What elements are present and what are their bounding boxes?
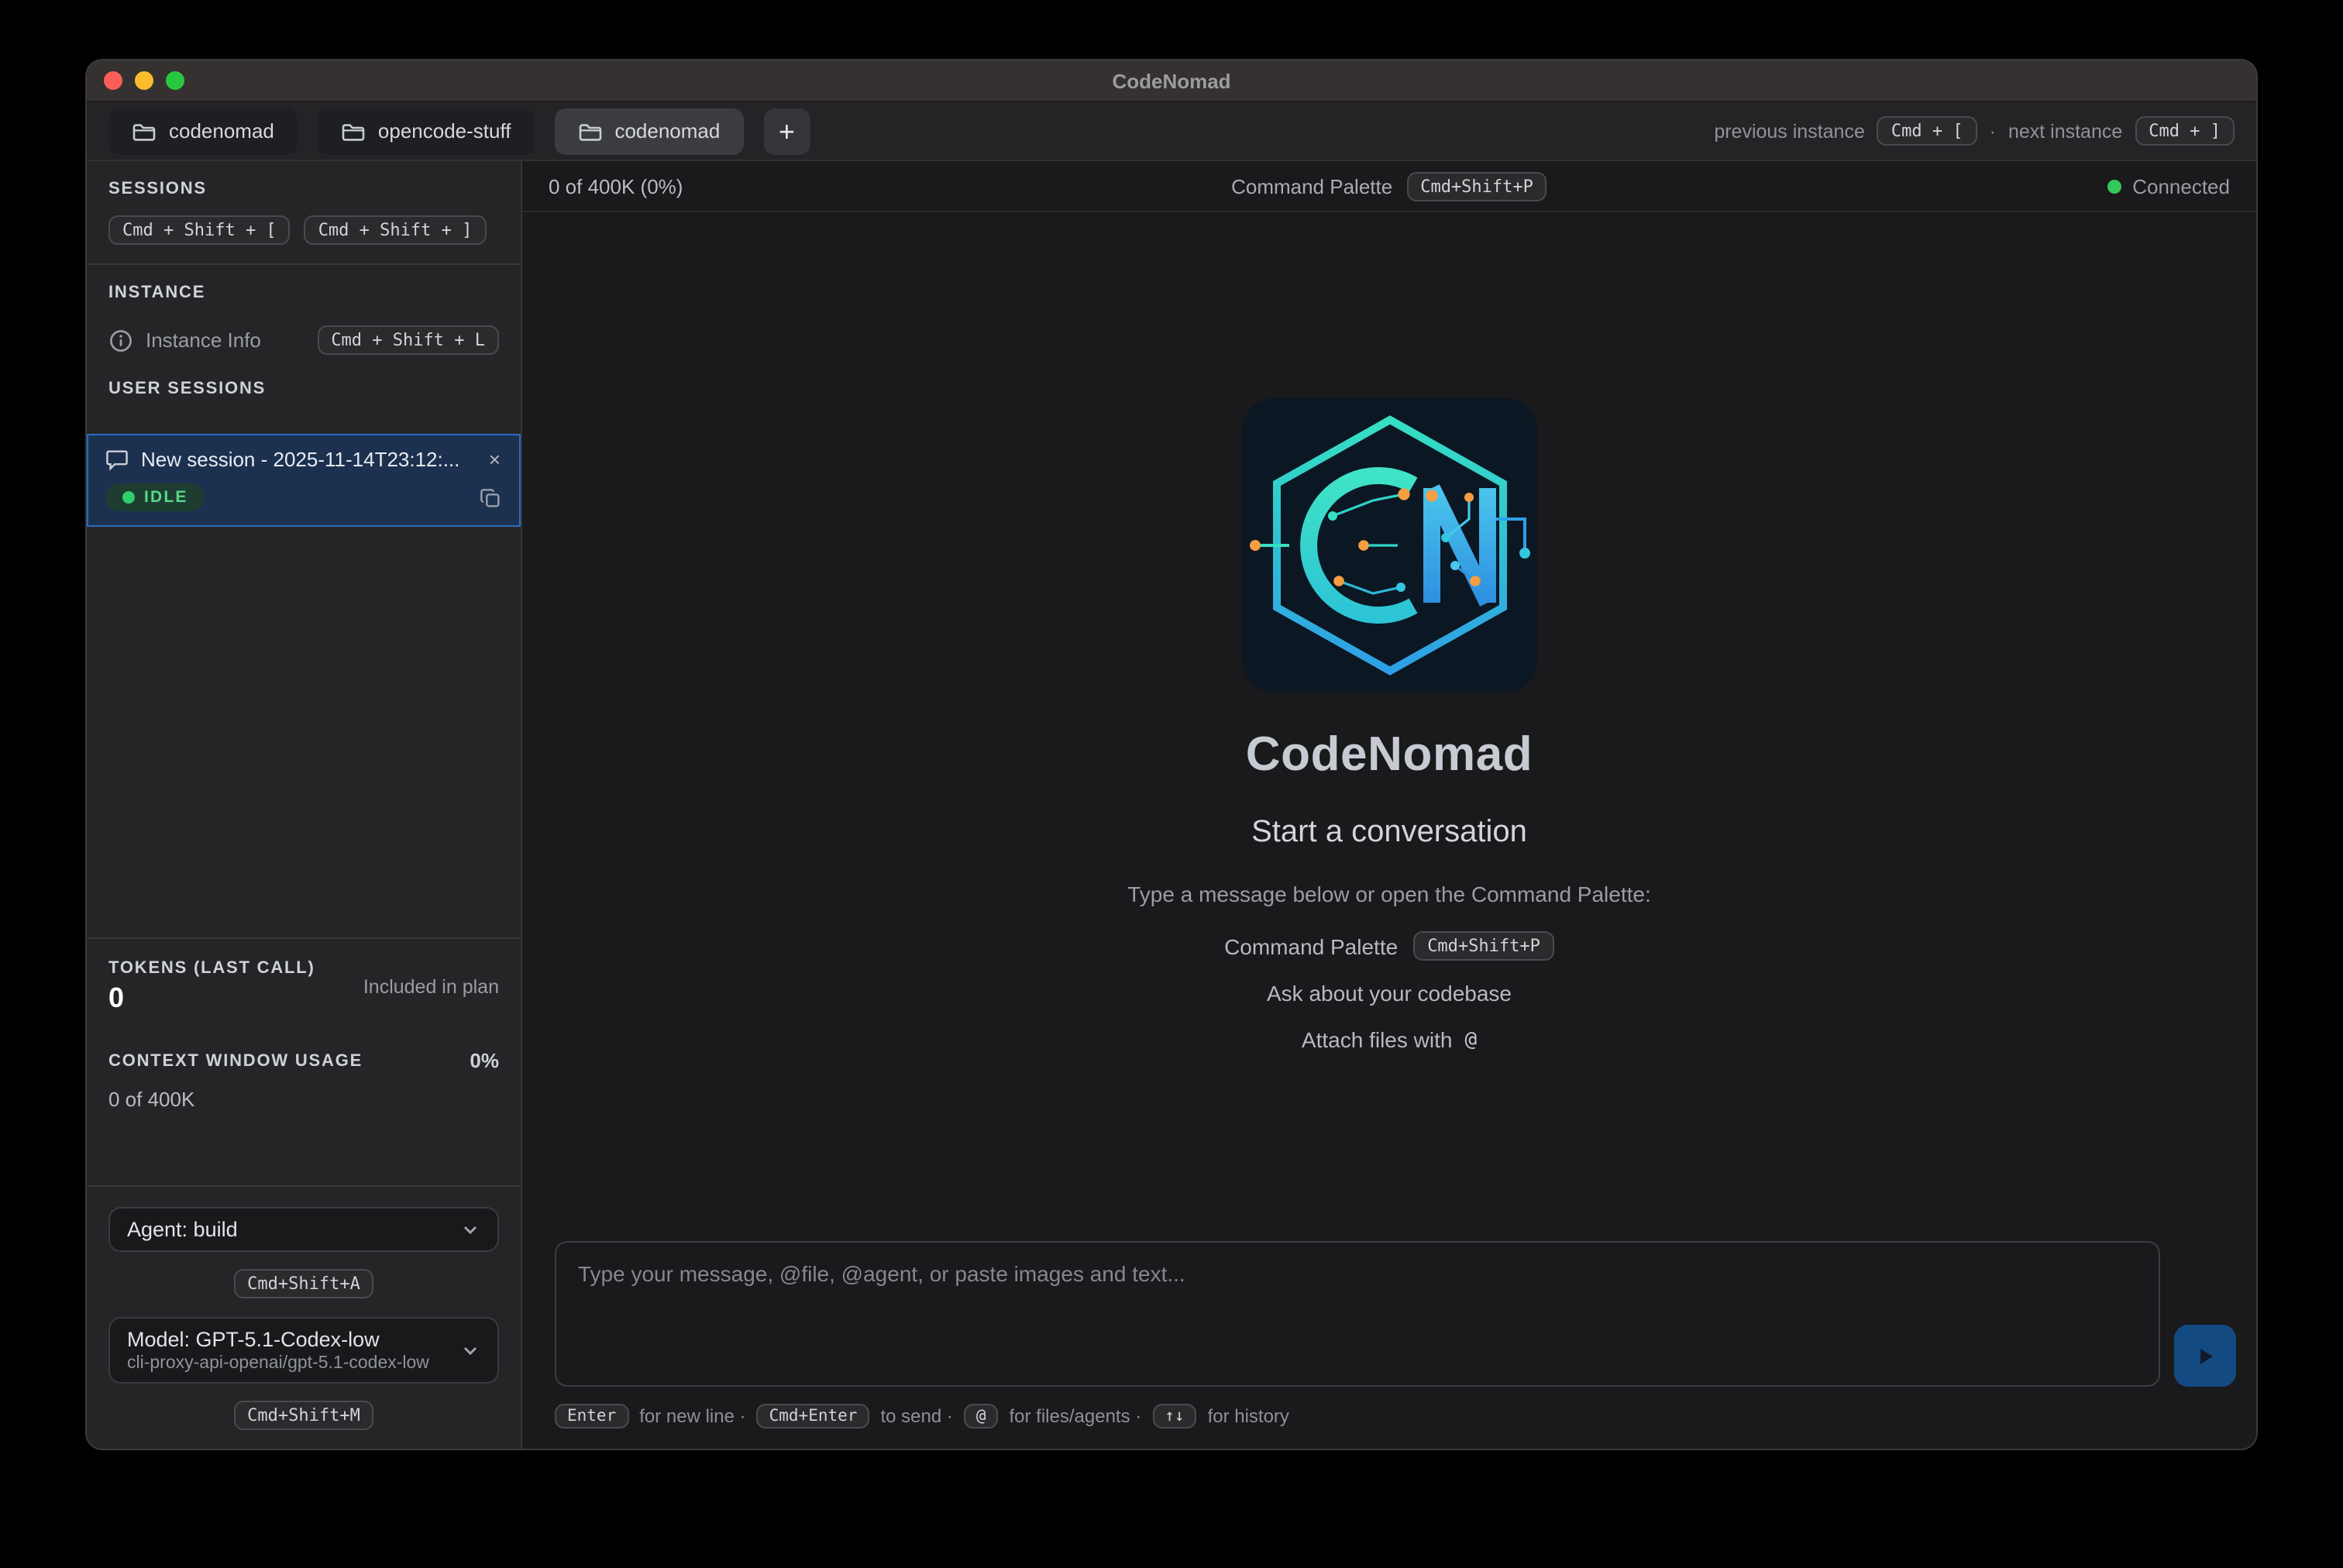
window-title: CodeNomad (1112, 69, 1230, 92)
codebase-hint: Ask about your codebase (1267, 981, 1512, 1006)
composer-row (522, 1241, 2256, 1387)
palette-hint-kbd[interactable]: Cmd+Shift+P (1413, 931, 1554, 961)
next-instance-kbd: Cmd + ] (2135, 116, 2235, 146)
send-button[interactable] (2174, 1325, 2236, 1387)
greeting-subtitle: Type a message below or open the Command… (1127, 882, 1651, 906)
status-badge: IDLE (105, 483, 205, 511)
tokens-section: TOKENS (LAST CALL) 0 Included in plan CO… (87, 937, 521, 1126)
tokens-value: 0 (108, 982, 363, 1015)
palette-hint-label: Command Palette (1224, 934, 1398, 958)
status-badge-label: IDLE (144, 488, 188, 507)
cmd-enter-kbd: Cmd+Enter (757, 1404, 870, 1429)
tab-label: codenomad (614, 119, 720, 143)
tab-bar: codenomad opencode-stuff codenomad + pre… (87, 102, 2256, 161)
agent-model-section: Agent: build Cmd+Shift+A Model: GPT-5.1-… (87, 1185, 521, 1449)
app-name-heading: CodeNomad (1246, 727, 1533, 782)
send-hint-text: to send · (880, 1405, 952, 1427)
tab-codenomad-2-active[interactable]: codenomad (554, 108, 743, 154)
next-session-kbd: Cmd + Shift + ] (304, 215, 487, 245)
play-icon (2193, 1344, 2217, 1367)
main-area: 0 of 400K (0%) Command Palette Cmd+Shift… (522, 161, 2256, 1449)
minimize-window-button[interactable] (135, 71, 153, 90)
user-sessions-heading: USER SESSIONS (108, 380, 499, 398)
command-palette-kbd[interactable]: Cmd+Shift+P (1406, 171, 1547, 201)
attach-hint-label: Attach files with (1302, 1027, 1453, 1052)
tab-opencode-stuff[interactable]: opencode-stuff (318, 108, 535, 154)
model-select-label: Model: GPT-5.1-Codex-low (127, 1328, 448, 1351)
tokens-note: Included in plan (363, 976, 499, 998)
files-hint-text: for files/agents · (1010, 1405, 1142, 1427)
tab-label: opencode-stuff (378, 119, 511, 143)
folder-icon (577, 120, 602, 142)
tab-codenomad-1[interactable]: codenomad (108, 108, 298, 154)
separator-dot: · (1990, 120, 1996, 142)
close-window-button[interactable] (104, 71, 122, 90)
traffic-lights (104, 60, 184, 101)
app-window: CodeNomad codenomad opencode-stuff coden… (85, 59, 2258, 1450)
titlebar: CodeNomad (87, 60, 2256, 102)
idle-dot-icon (122, 491, 135, 504)
previous-instance-kbd: Cmd + [ (1877, 116, 1977, 146)
sidebar: SESSIONS Cmd + Shift + [ Cmd + Shift + ]… (87, 161, 522, 1449)
context-usage-detail: 0 of 400K (108, 1088, 499, 1111)
instance-section: INSTANCE Instance Info Cmd + Shift + L (87, 265, 521, 373)
add-instance-button[interactable]: + (763, 108, 810, 154)
session-title: New session - 2025-11-14T23:12:... (141, 448, 475, 471)
next-instance-label: next instance (2008, 120, 2122, 142)
connected-dot-icon (2107, 179, 2121, 193)
greeting-title: Start a conversation (1251, 815, 1527, 851)
tokens-heading: TOKENS (LAST CALL) (108, 959, 363, 978)
agent-select-label: Agent: build (127, 1218, 448, 1241)
instance-nav: previous instance Cmd + [ · next instanc… (1714, 116, 2235, 146)
chevron-down-icon (460, 1219, 480, 1240)
copy-session-button[interactable] (479, 486, 502, 509)
command-palette-label: Command Palette (1231, 174, 1392, 198)
tab-label: codenomad (169, 119, 274, 143)
desktop: CodeNomad codenomad opencode-stuff coden… (0, 0, 2343, 1568)
status-bar: 0 of 400K (0%) Command Palette Cmd+Shift… (522, 161, 2256, 212)
chat-bubble-icon (105, 448, 129, 471)
copy-icon (479, 486, 502, 509)
context-usage-percent: 0% (470, 1049, 499, 1072)
agent-kbd: Cmd+Shift+A (233, 1269, 374, 1298)
model-select-sub: cli-proxy-api-openai/gpt-5.1-codex-low (127, 1354, 448, 1373)
at-kbd: @ (964, 1404, 999, 1429)
session-list-item[interactable]: New session - 2025-11-14T23:12:... × IDL… (87, 434, 521, 527)
agent-select[interactable]: Agent: build (108, 1207, 499, 1252)
codenomad-logo (1242, 398, 1536, 693)
instance-heading: INSTANCE (108, 284, 499, 302)
enter-kbd: Enter (555, 1404, 628, 1429)
arrows-kbd: ↑↓ (1152, 1404, 1196, 1429)
connection-label: Connected (2132, 174, 2230, 198)
instance-info-row[interactable]: Instance Info Cmd + Shift + L (108, 325, 499, 355)
context-usage-heading: CONTEXT WINDOW USAGE (108, 1051, 470, 1070)
folder-icon (341, 120, 366, 142)
message-input[interactable] (555, 1241, 2160, 1387)
instance-info-kbd: Cmd + Shift + L (317, 325, 499, 355)
sessions-heading: SESSIONS (108, 180, 499, 198)
user-sessions-section: USER SESSIONS (87, 373, 521, 417)
empty-state: CodeNomad Start a conversation Type a me… (522, 212, 2256, 1241)
composer-hints: Enter for new line · Cmd+Enter to send ·… (522, 1387, 2256, 1429)
previous-instance-label: previous instance (1714, 120, 1865, 142)
instance-info-label: Instance Info (146, 328, 304, 352)
model-select[interactable]: Model: GPT-5.1-Codex-low cli-proxy-api-o… (108, 1317, 499, 1384)
connection-status: Connected (2107, 174, 2230, 198)
prev-session-kbd: Cmd + Shift + [ (108, 215, 291, 245)
model-kbd: Cmd+Shift+M (233, 1401, 374, 1430)
zoom-window-button[interactable] (166, 71, 184, 90)
sessions-section: SESSIONS Cmd + Shift + [ Cmd + Shift + ] (87, 161, 521, 263)
history-hint-text: for history (1208, 1405, 1289, 1427)
usage-indicator: 0 of 400K (0%) (549, 174, 683, 198)
plus-icon: + (779, 117, 795, 145)
enter-hint-text: for new line · (639, 1405, 745, 1427)
at-symbol: @ (1464, 1028, 1477, 1051)
info-icon (108, 328, 133, 352)
close-session-icon[interactable]: × (487, 449, 502, 469)
chevron-down-icon (460, 1340, 480, 1360)
folder-icon (132, 120, 157, 142)
